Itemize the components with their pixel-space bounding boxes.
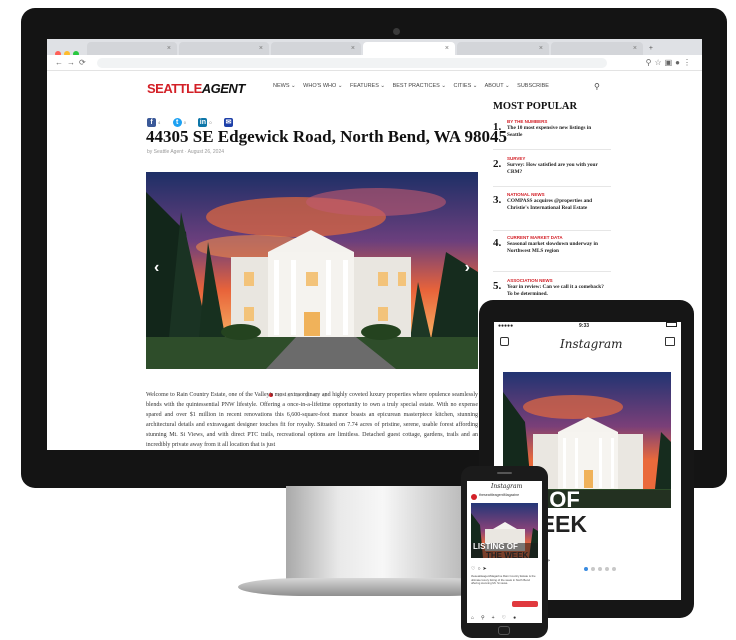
tablet-status-bar: ●●●●● 9:33 — [494, 322, 681, 330]
hero-photo-carousel[interactable]: ‹ › — [146, 172, 478, 369]
divider — [493, 271, 611, 272]
overlay-title-line2: THE WEEK — [486, 551, 529, 560]
phone-screen: Instagram theseattleagentMagazine LISTIN… — [467, 481, 542, 623]
email-share-icon[interactable]: ✉ — [224, 118, 234, 127]
article-byline: by Seattle Agent · August 26, 2024 — [147, 149, 225, 155]
twitter-share-icon[interactable]: t — [172, 118, 182, 127]
camera-icon[interactable] — [500, 337, 509, 346]
linkedin-share-icon[interactable]: in — [198, 118, 208, 127]
nav-cities[interactable]: CITIES ⌄ — [454, 83, 478, 89]
facebook-share-icon[interactable]: f — [147, 118, 156, 127]
browser-tab[interactable]: × — [87, 42, 177, 55]
facebook-share-count: 4 — [158, 120, 161, 125]
rank-number: 4. — [493, 237, 502, 249]
logo-part-1: SEATTLE — [147, 81, 202, 96]
carousel-next-button[interactable]: › — [465, 259, 470, 277]
browser-tab[interactable]: × — [551, 42, 643, 55]
browser-tab[interactable]: × — [179, 42, 269, 55]
most-popular-heading: MOST POPULAR — [493, 101, 578, 112]
divider — [493, 149, 611, 150]
avatar[interactable] — [471, 494, 477, 500]
instagram-logo: Instagram — [491, 483, 523, 490]
browser-tab-bar: × × × × × × + — [47, 39, 702, 57]
nav-about[interactable]: ABOUT ⌄ — [485, 83, 510, 89]
linkedin-share-count: 0 — [209, 120, 212, 125]
extension-icons[interactable]: ⚲☆▣●⋮ — [646, 58, 694, 67]
webcam — [393, 28, 400, 35]
browser-tab[interactable]: × — [457, 42, 549, 55]
browser-tab[interactable]: × — [271, 42, 361, 55]
nav-news[interactable]: NEWS ⌄ — [273, 83, 296, 89]
phone-speaker — [497, 472, 512, 474]
share-bar: f4 t0 in 0 ✉ — [147, 111, 242, 127]
post-caption: theseattleagentMagazine Rain Country Est… — [471, 574, 536, 586]
rank-number: 3. — [493, 194, 502, 206]
status-time: 9:33 — [579, 323, 590, 329]
item-category[interactable]: BY THE NUMBERS — [507, 119, 547, 124]
nav-features[interactable]: FEATURES ⌄ — [350, 83, 385, 89]
carousel-dot[interactable] — [612, 567, 616, 571]
post-action-icons[interactable]: ♡○➤ — [471, 566, 489, 572]
twitter-share-count: 0 — [183, 120, 186, 125]
rank-number: 5. — [493, 280, 502, 292]
carousel-dot[interactable] — [598, 567, 602, 571]
item-category[interactable]: ASSOCIATION NEWS — [507, 278, 553, 283]
site-logo[interactable]: SEATTLEAGENT — [147, 81, 245, 96]
nav-whos-who[interactable]: WHO'S WHO ⌄ — [303, 83, 342, 89]
monitor-stand-neck — [286, 486, 462, 582]
phone-device: Instagram theseattleagentMagazine LISTIN… — [461, 466, 548, 638]
carousel-dot[interactable] — [605, 567, 609, 571]
item-title[interactable]: Seasonal market slowdown underway in Nor… — [507, 241, 607, 255]
article-headline: 44305 SE Edgewick Road, North Bend, WA 9… — [146, 127, 507, 146]
instagram-logo: Instagram — [560, 337, 623, 351]
item-title[interactable]: Year in review: Can we call it a comebac… — [507, 284, 607, 298]
search-icon[interactable]: ⚲ — [594, 82, 600, 91]
account-name[interactable]: theseattleagentMagazine — [479, 493, 519, 497]
item-title[interactable]: Survey: How satisfied are you with your … — [507, 162, 607, 176]
address-bar: ←→⟳ ⚲☆▣●⋮ — [47, 55, 702, 71]
home-button[interactable] — [498, 626, 510, 635]
rank-number: 1. — [493, 121, 502, 133]
mansion-photo — [146, 172, 478, 369]
carousel-dot[interactable] — [591, 567, 595, 571]
logo-part-2: AGENT — [201, 81, 246, 96]
signal-indicator: ●●●●● — [498, 323, 514, 329]
article-body: Welcome to Rain Country Estate, one of t… — [146, 392, 478, 448]
item-category[interactable]: NATIONAL NEWS — [507, 192, 545, 197]
item-title[interactable]: COMPASS acquires @properties and Christi… — [507, 198, 607, 212]
carousel-prev-button[interactable]: ‹ — [154, 259, 159, 277]
inbox-icon[interactable] — [665, 337, 675, 346]
nav-subscribe[interactable]: SUBSCRIBE — [517, 83, 549, 89]
overlay-title-line1: LISTING OF — [473, 542, 518, 551]
url-input[interactable] — [97, 58, 607, 68]
rank-number: 2. — [493, 158, 502, 170]
link-button[interactable] — [512, 601, 538, 607]
item-category[interactable]: SURVEY — [507, 156, 525, 161]
item-category[interactable]: CURRENT MARKET DATA — [507, 235, 563, 240]
new-tab-button[interactable]: + — [645, 42, 659, 55]
divider — [493, 186, 611, 187]
post-carousel-indicators — [584, 558, 619, 576]
item-title[interactable]: The 10 most expensive new listings in Se… — [507, 125, 607, 139]
divider — [493, 230, 611, 231]
site-nav: NEWS ⌄ WHO'S WHO ⌄ FEATURES ⌄ BEST PRACT… — [273, 83, 555, 89]
battery-icon — [666, 322, 677, 327]
carousel-dot[interactable] — [584, 567, 588, 571]
nav-best-practices[interactable]: BEST PRACTICES ⌄ — [393, 83, 446, 89]
phone-bottom-nav[interactable]: ⌂⚲+♡● — [471, 615, 538, 621]
browser-tab-active[interactable]: × — [363, 42, 455, 55]
browser-nav-icons[interactable]: ←→⟳ — [55, 58, 90, 67]
